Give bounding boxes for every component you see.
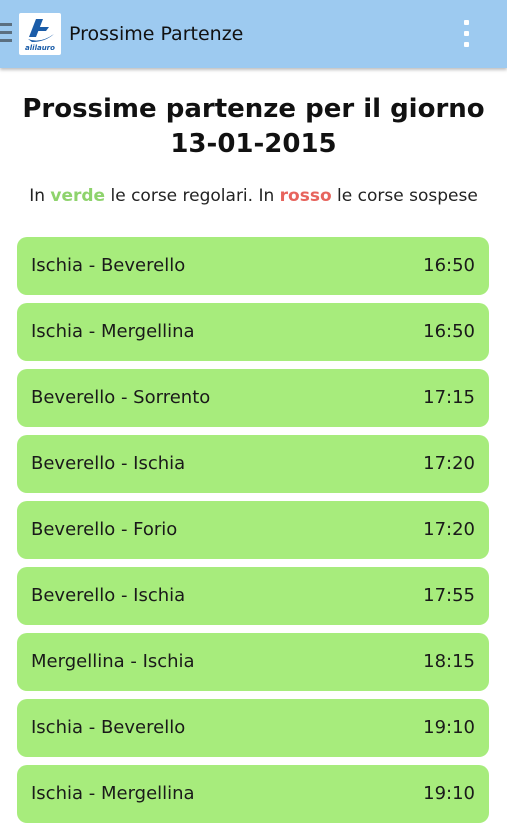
departure-route: Beverello - Forio [31,519,178,540]
menu-icon[interactable] [0,23,12,45]
departure-route: Mergellina - Ischia [31,651,195,672]
departure-item[interactable]: Ischia - Mergellina 19:10 [17,765,489,823]
departure-time: 17:15 [423,387,475,408]
departure-item[interactable]: Ischia - Beverello 16:50 [17,237,489,295]
departure-time: 18:15 [423,651,475,672]
departures-list: Ischia - Beverello 16:50 Ischia - Mergel… [17,237,489,831]
departure-route: Ischia - Beverello [31,255,186,276]
legend-red-word: rosso [279,186,332,206]
departure-time: 19:10 [423,783,475,804]
departure-item[interactable]: Ischia - Beverello 19:10 [17,699,489,757]
departure-item[interactable]: Beverello - Sorrento 17:15 [17,369,489,427]
departure-item[interactable]: Beverello - Ischia 17:55 [17,567,489,625]
legend-text-2: le corse regolari. In [105,186,280,206]
departure-item[interactable]: Mergellina - Ischia 18:15 [17,633,489,691]
heading-date: 13-01-2015 [170,129,337,159]
departure-route: Ischia - Mergellina [31,321,195,342]
action-bar: alilauro Prossime Partenze [0,0,507,68]
departure-route: Ischia - Mergellina [31,783,195,804]
legend-text-3: le corse sospese [331,186,478,206]
departure-item[interactable]: Ischia - Mergellina 16:50 [17,303,489,361]
departure-route: Ischia - Beverello [31,717,186,738]
app-logo[interactable]: alilauro [19,13,61,55]
departure-time: 16:50 [423,321,475,342]
departure-time: 17:20 [423,519,475,540]
logo-text: alilauro [25,44,55,52]
alilauro-logo-icon: alilauro [25,19,55,52]
departure-time: 17:20 [423,453,475,474]
page-heading: Prossime partenze per il giorno 13-01-20… [20,92,487,162]
departure-time: 17:55 [423,585,475,606]
legend-text-1: In [29,186,51,206]
more-vert-icon[interactable] [459,18,475,50]
departure-item[interactable]: Beverello - Forio 17:20 [17,501,489,559]
departure-route: Beverello - Ischia [31,585,186,606]
legend-green-word: verde [50,186,106,206]
departure-time: 19:10 [423,717,475,738]
heading-title: Prossime partenze per il giorno [22,94,485,124]
status-legend: In verde le corse regolari. In rosso le … [10,186,497,206]
departure-route: Beverello - Ischia [31,453,186,474]
app-title: Prossime Partenze [69,23,244,45]
departure-item[interactable]: Beverello - Ischia 17:20 [17,435,489,493]
departure-time: 16:50 [423,255,475,276]
departure-route: Beverello - Sorrento [31,387,211,408]
